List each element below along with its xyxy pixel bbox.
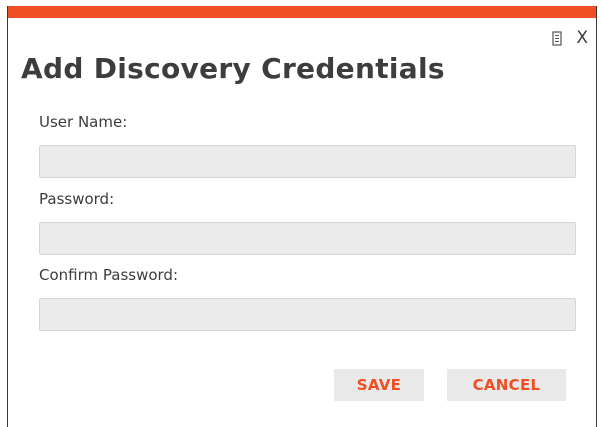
confirm-password-input[interactable] xyxy=(39,298,576,331)
document-icon[interactable] xyxy=(552,31,562,46)
confirm-password-label: Confirm Password: xyxy=(39,266,179,284)
page: X Add Discovery Credentials User Name: P… xyxy=(0,0,602,427)
save-button[interactable]: SAVE xyxy=(334,369,424,401)
cancel-button[interactable]: CANCEL xyxy=(447,369,566,401)
close-icon[interactable]: X xyxy=(576,30,588,47)
add-credentials-dialog: X Add Discovery Credentials User Name: P… xyxy=(7,6,597,427)
dialog-title: Add Discovery Credentials xyxy=(21,52,445,85)
password-input[interactable] xyxy=(39,222,576,255)
username-input[interactable] xyxy=(39,145,576,178)
password-label: Password: xyxy=(39,190,115,208)
document-icon-graphic xyxy=(552,31,562,46)
dialog-accent-bar xyxy=(8,6,596,18)
username-label: User Name: xyxy=(39,113,128,131)
dialog-header-icons: X xyxy=(552,30,588,47)
